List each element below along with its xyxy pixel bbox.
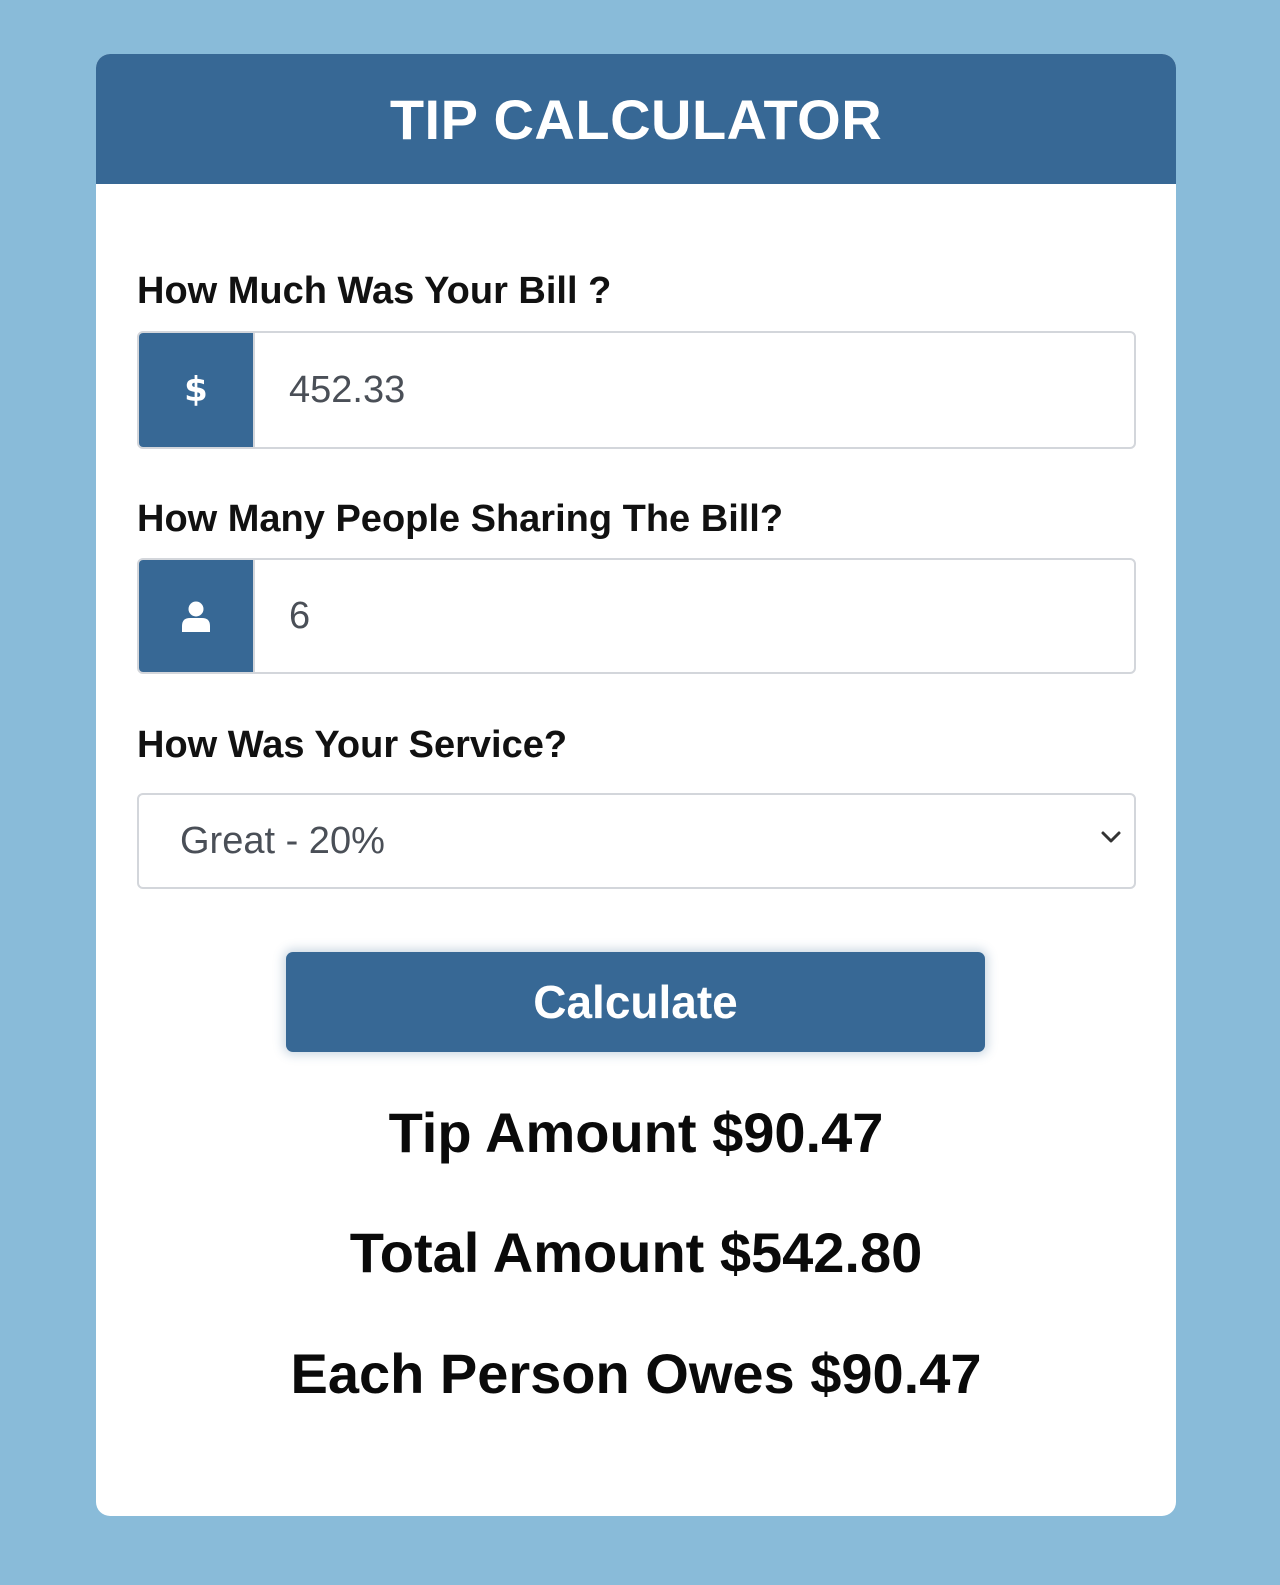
service-label: How Was Your Service? <box>137 724 568 766</box>
bill-label: How Much Was Your Bill ? <box>137 270 612 312</box>
card-header: TIP CALCULATOR <box>96 54 1176 184</box>
service-select[interactable]: Great - 20% <box>137 793 1136 889</box>
service-selected-value: Great - 20% <box>180 819 385 862</box>
dollar-icon: $ <box>139 333 255 447</box>
people-count-input[interactable] <box>255 560 1134 672</box>
chevron-down-icon <box>1101 831 1121 843</box>
tip-calculator-card: TIP CALCULATOR How Much Was Your Bill ? … <box>96 54 1176 1516</box>
user-icon-graphic <box>182 601 210 632</box>
people-input-group <box>137 558 1136 674</box>
each-person-result: Each Person Owes $90.47 <box>290 1342 982 1405</box>
calculate-button[interactable]: Calculate <box>286 952 985 1052</box>
bill-amount-input[interactable] <box>255 333 1134 447</box>
bill-input-group: $ <box>137 331 1136 449</box>
total-amount-result: Total Amount $542.80 <box>349 1221 923 1284</box>
tip-amount-result: Tip Amount $90.47 <box>388 1101 884 1164</box>
user-icon <box>139 560 255 672</box>
dollar-symbol: $ <box>184 370 208 410</box>
page-title: TIP CALCULATOR <box>389 87 883 151</box>
people-label: How Many People Sharing The Bill? <box>137 498 784 540</box>
